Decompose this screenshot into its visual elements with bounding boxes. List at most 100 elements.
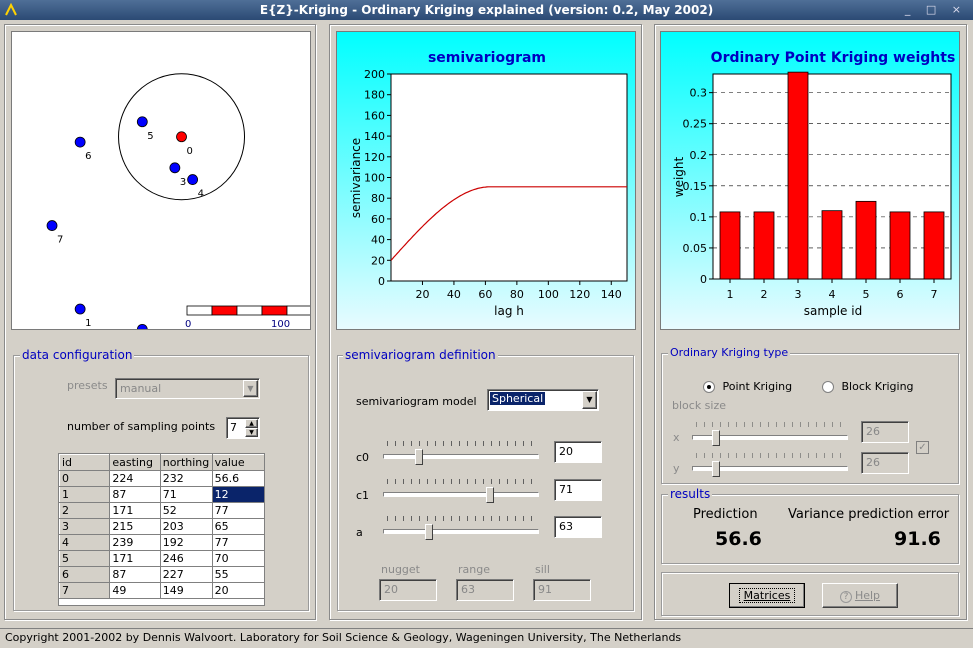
- table-cell[interactable]: 5: [59, 550, 111, 567]
- table-cell[interactable]: 3: [59, 518, 111, 535]
- table-row[interactable]: 6 87 227 55: [59, 566, 264, 583]
- block-x-thumb[interactable]: [712, 430, 720, 446]
- c0-label: c0: [356, 451, 370, 464]
- spin-down-icon[interactable]: ▼: [245, 428, 258, 437]
- x-tick-label: 40: [447, 288, 461, 301]
- table-cell[interactable]: 171: [109, 550, 161, 567]
- x-tick-label: 1: [727, 288, 734, 301]
- y-tick-label: 160: [364, 109, 385, 122]
- block-x-slider[interactable]: [692, 422, 848, 446]
- table-row[interactable]: 4 239 192 77: [59, 534, 264, 551]
- table-row[interactable]: 1 87 71 12: [59, 486, 264, 503]
- y-tick-label: 0.1: [690, 211, 708, 224]
- c1-input[interactable]: 71: [554, 479, 602, 501]
- table-cell[interactable]: 215: [109, 518, 161, 535]
- variance-label: Variance prediction error: [788, 507, 950, 522]
- table-cell[interactable]: 65: [211, 518, 264, 535]
- table-cell[interactable]: 49: [109, 582, 161, 599]
- table-cell[interactable]: 2: [59, 502, 111, 519]
- x-tick-label: 5: [863, 288, 870, 301]
- x-tick-label: 3: [795, 288, 802, 301]
- table-cell[interactable]: 56.6: [211, 470, 264, 487]
- semivariogram-chart: semivariogram 0 20 40 60 80 100 120 140 160 180 200…: [336, 31, 636, 330]
- table-cell[interactable]: 55: [211, 566, 264, 583]
- table-row[interactable]: 0 224 232 56.6: [59, 470, 264, 487]
- table-cell[interactable]: 52: [159, 502, 213, 519]
- table-cell[interactable]: 227: [159, 566, 213, 583]
- presets-select[interactable]: manual ▼: [115, 378, 260, 399]
- y-tick-label: 200: [364, 68, 385, 81]
- presets-value: manual: [120, 382, 162, 395]
- table-cell[interactable]: 6: [59, 566, 111, 583]
- c0-slider-thumb[interactable]: [415, 449, 423, 465]
- help-button[interactable]: ? Help: [822, 583, 898, 608]
- a-input[interactable]: 63: [554, 516, 602, 538]
- block-y-slider[interactable]: [692, 453, 848, 477]
- range-value: 63: [461, 583, 475, 596]
- table-cell[interactable]: 20: [211, 582, 264, 599]
- table-header[interactable]: easting: [109, 454, 161, 471]
- sill-value: 91: [538, 583, 552, 596]
- a-slider-thumb[interactable]: [424, 524, 433, 540]
- y-tick-label: 0.05: [683, 242, 708, 255]
- point-kriging-radio[interactable]: Point Kriging: [703, 380, 792, 393]
- data-table[interactable]: id easting northing value 0 224 232 56.6 1 87 71 1…: [59, 454, 264, 599]
- table-cell[interactable]: 149: [159, 582, 213, 599]
- table-cell[interactable]: 246: [159, 550, 213, 567]
- table-cell[interactable]: 239: [109, 534, 161, 551]
- spin-up-icon[interactable]: ▲: [245, 419, 258, 428]
- model-label: semivariogram model: [356, 395, 477, 408]
- model-select[interactable]: Spherical ▼: [487, 389, 599, 411]
- table-cell[interactable]: 7: [59, 582, 111, 599]
- table-cell[interactable]: 232: [159, 470, 213, 487]
- table-row[interactable]: 2 171 52 77: [59, 502, 264, 519]
- window-controls[interactable]: _ □ ×: [905, 0, 967, 20]
- table-cell[interactable]: 224: [109, 470, 161, 487]
- table-cell[interactable]: 203: [159, 518, 213, 535]
- table-cell[interactable]: 1: [59, 486, 111, 503]
- table-cell[interactable]: 12: [211, 486, 264, 503]
- table-cell[interactable]: 77: [211, 502, 264, 519]
- table-cell[interactable]: 71: [159, 486, 213, 503]
- c1-slider-thumb[interactable]: [486, 487, 495, 503]
- table-cell[interactable]: 87: [109, 486, 161, 503]
- table-cell[interactable]: 87: [109, 566, 161, 583]
- table-cell[interactable]: 77: [211, 534, 264, 551]
- help-icon: ?: [839, 591, 852, 603]
- c0-slider[interactable]: [383, 441, 539, 465]
- table-row[interactable]: 3 215 203 65: [59, 518, 264, 535]
- table-row[interactable]: 7 49 149 20: [59, 582, 264, 599]
- y-tick-label: 0.15: [683, 180, 708, 193]
- y-tick-label: 60: [371, 213, 385, 226]
- block-y-thumb[interactable]: [712, 461, 720, 477]
- table-header[interactable]: value: [211, 454, 264, 471]
- weight-bar: [787, 71, 809, 280]
- table-cell[interactable]: 192: [159, 534, 213, 551]
- weight-bar: [821, 210, 843, 280]
- num-points-spinner[interactable]: 7 ▲ ▼: [226, 417, 260, 439]
- block-y-value: 26: [866, 456, 880, 469]
- semivariogram-title: semivariogram: [428, 50, 546, 66]
- table-header[interactable]: northing: [159, 454, 213, 471]
- semivariogram-canvas: semivariogram 0 20 40 60 80 100 120 140 160 180 200…: [349, 50, 628, 318]
- x-tick-label: 4: [829, 288, 836, 301]
- table-row[interactable]: 5 171 246 70: [59, 550, 264, 567]
- table-cell[interactable]: 171: [109, 502, 161, 519]
- table-cell[interactable]: 70: [211, 550, 264, 567]
- table-cell[interactable]: 4: [59, 534, 111, 551]
- scalebar-segment: [286, 305, 313, 316]
- square-block-checkbox[interactable]: ✓: [916, 441, 929, 454]
- weights-chart: Ordinary Point Kriging weights 0 0.05 0.1 0.…: [660, 31, 960, 330]
- matrices-button[interactable]: Matrices: [729, 583, 805, 608]
- weight-bar: [753, 211, 775, 280]
- a-slider[interactable]: [383, 516, 539, 540]
- table-header[interactable]: id: [59, 454, 111, 471]
- c0-input[interactable]: 20: [554, 441, 602, 463]
- block-x-value: 26: [866, 425, 880, 438]
- c1-slider[interactable]: [383, 479, 539, 503]
- sample-map[interactable]: 012345670100: [11, 31, 313, 349]
- block-kriging-radio[interactable]: Block Kriging: [822, 380, 914, 393]
- block-x-field: 26: [861, 421, 909, 443]
- presets-label: presets: [67, 379, 108, 392]
- table-cell[interactable]: 0: [59, 470, 111, 487]
